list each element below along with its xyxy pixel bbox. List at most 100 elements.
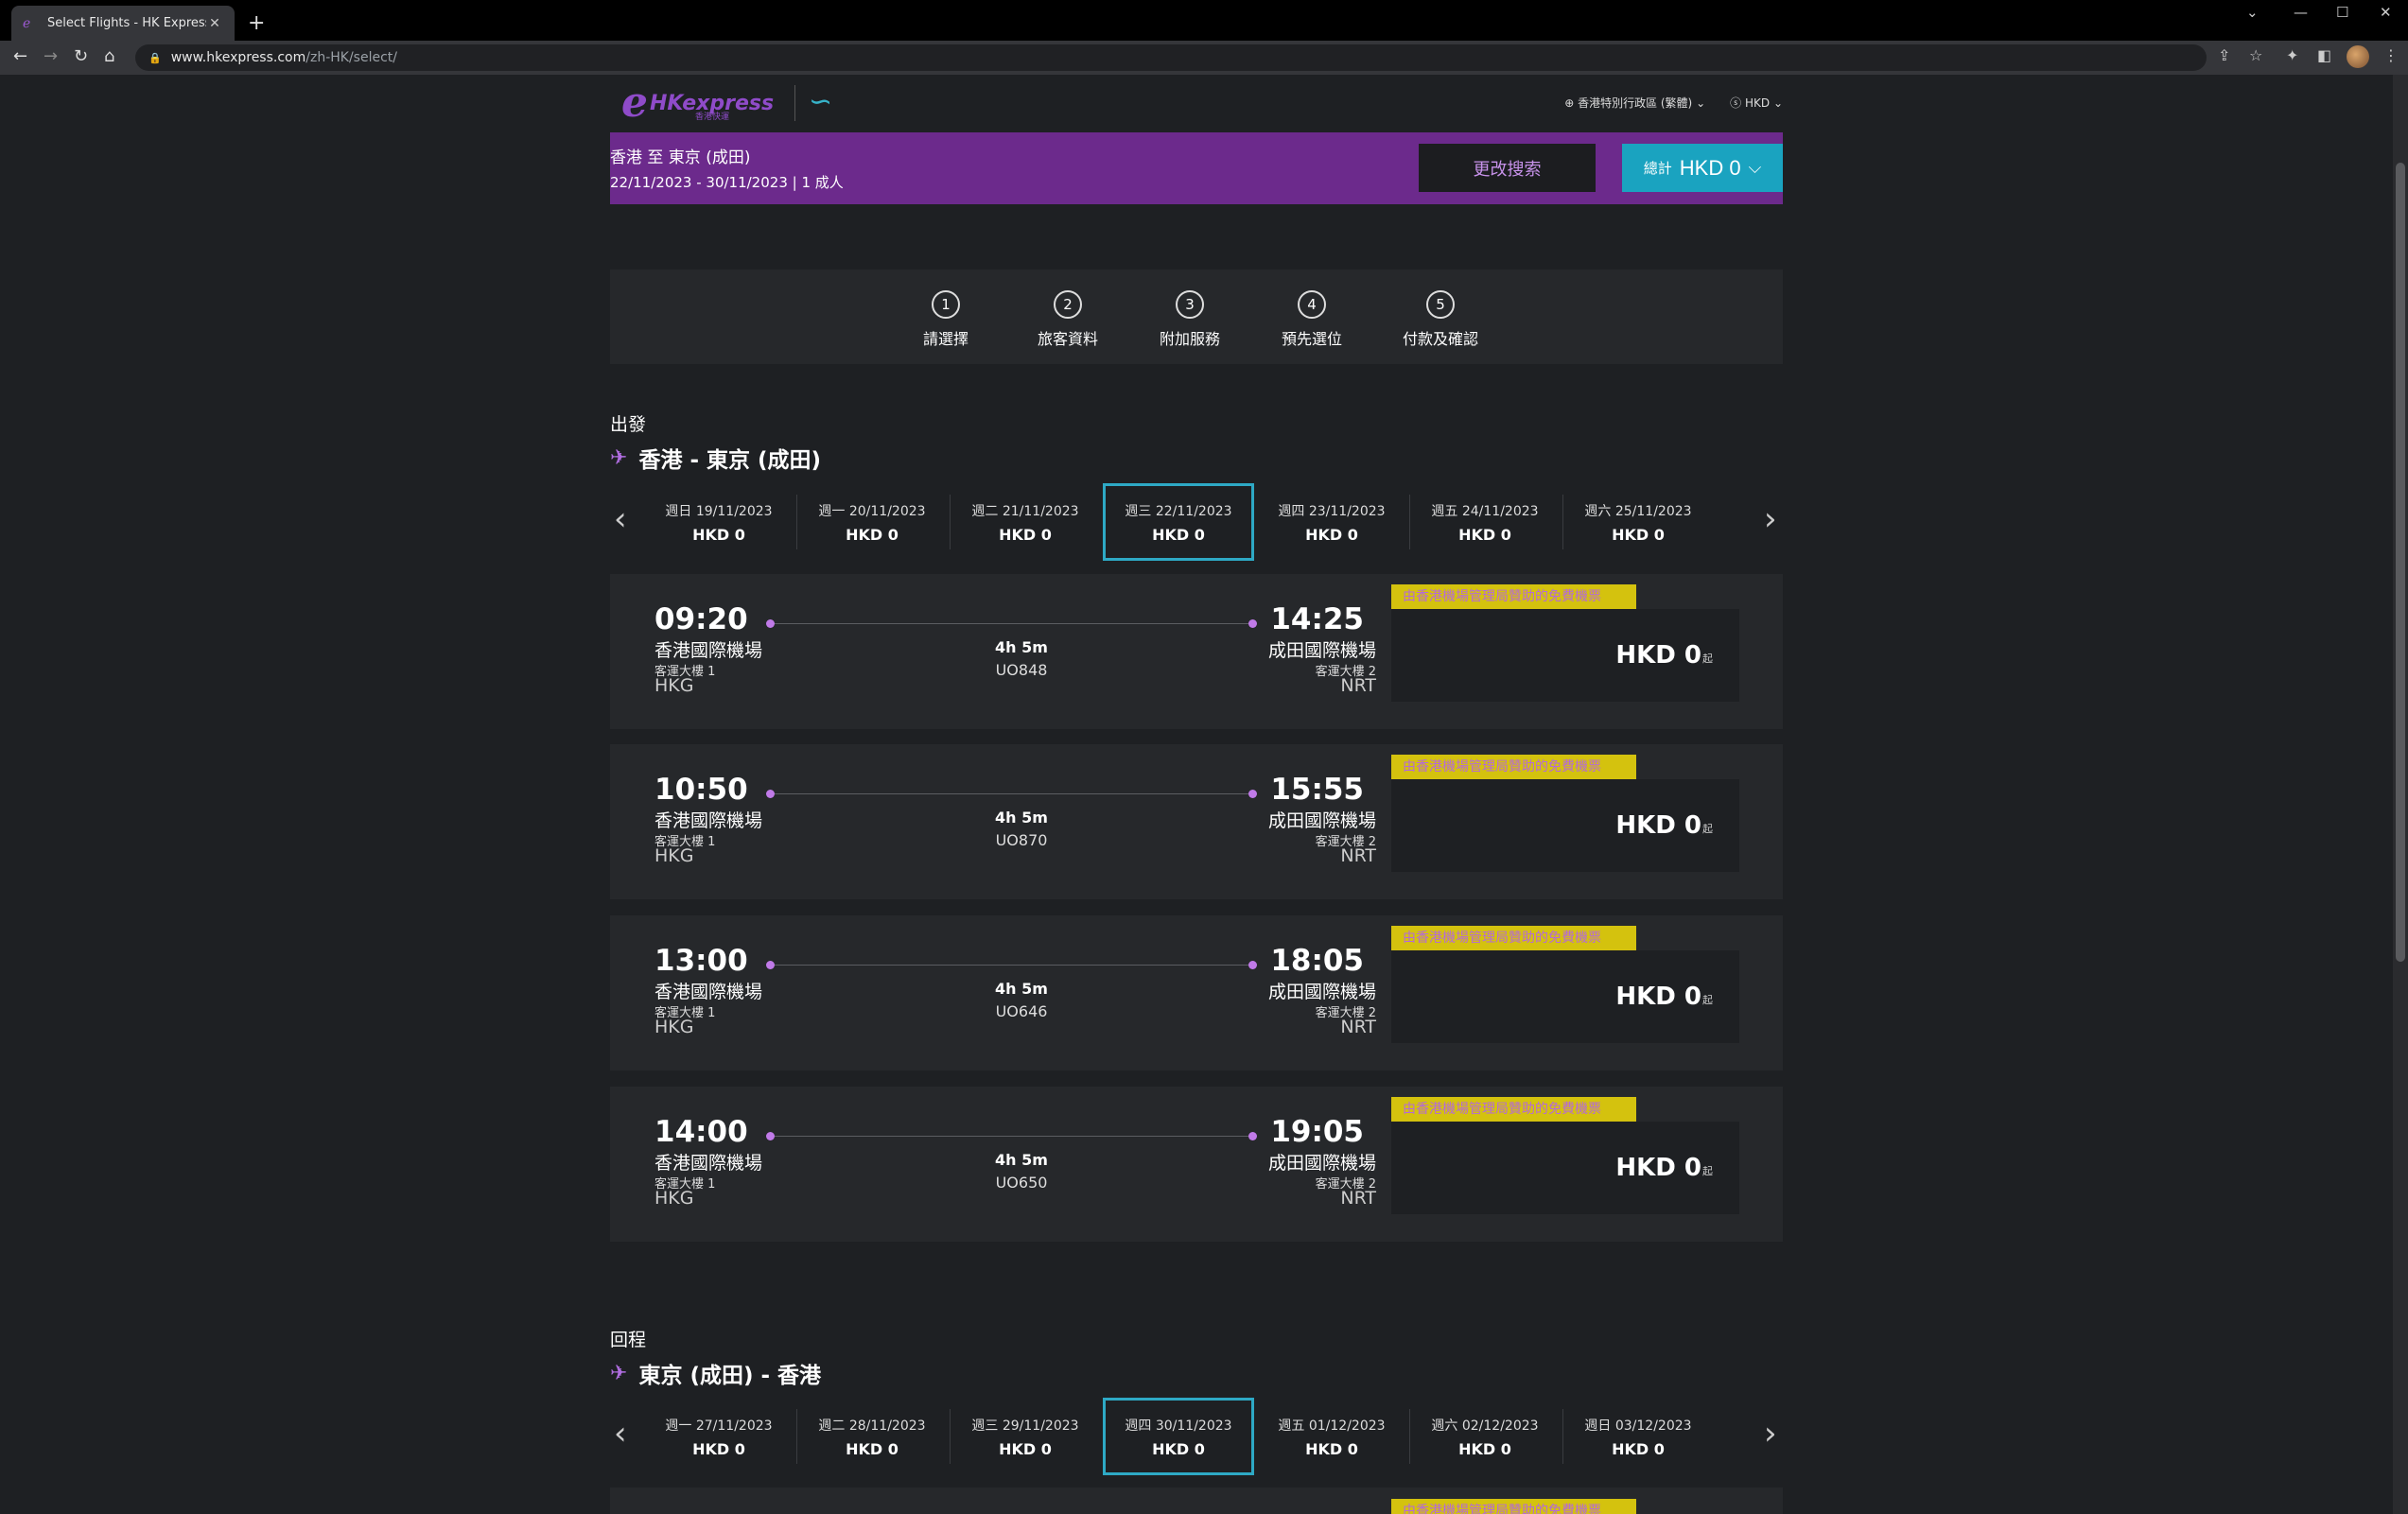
minimize-icon[interactable]: — [2294, 4, 2308, 21]
date-option[interactable]: 週三 29/11/2023 HKD 0 [950, 1398, 1101, 1475]
step-passenger[interactable]: 2 旅客資料 [1011, 290, 1125, 349]
step-number: 3 [1176, 290, 1204, 319]
arrival-time: 15:55 [1270, 773, 1364, 807]
date-option[interactable]: 週二 21/11/2023 HKD 0 [950, 483, 1101, 561]
close-icon[interactable]: ✕ [206, 16, 223, 31]
extensions-icon[interactable]: ✦ [2286, 46, 2298, 64]
flight-card[interactable]: 10:50 香港國際機場 客運大樓 1 HKG 4h 5m UO870 15:55 成田國際機… [610, 744, 1783, 899]
departure-time: 10:50 [654, 773, 748, 807]
route-dot-end [1248, 1132, 1257, 1140]
step-label: 預先選位 [1281, 330, 1342, 348]
date-option[interactable]: 週三 22/11/2023 HKD 0 [1103, 483, 1254, 561]
window-close-icon[interactable]: ✕ [2380, 4, 2392, 21]
date-option[interactable]: 週日 03/12/2023 HKD 0 [1562, 1398, 1714, 1475]
logo-divider [794, 85, 795, 121]
fare-price-box[interactable]: HKD 0起 [1391, 1122, 1739, 1214]
fare-price-box[interactable]: HKD 0起 [1391, 950, 1739, 1043]
date-option-date: 週三 29/11/2023 [971, 1418, 1079, 1434]
flight-card[interactable]: 09:20 香港國際機場 客運大樓 1 HKG 4h 5m UO848 14:25 成田國際機… [610, 574, 1783, 729]
total-value: HKD 0 [1679, 155, 1741, 180]
scrollbar[interactable] [2393, 75, 2408, 1514]
flight-card[interactable]: 13:00 香港國際機場 客運大樓 1 HKG 4h 5m UO646 18:05 成田國際機… [610, 915, 1783, 1070]
scrollbar-thumb[interactable] [2396, 163, 2405, 962]
date-option[interactable]: 週四 23/11/2023 HKD 0 [1256, 483, 1407, 561]
step-number: 2 [1054, 290, 1082, 319]
url-path: /zh-HK/select/ [305, 50, 397, 65]
date-option-date: 週日 19/11/2023 [665, 503, 773, 519]
date-option[interactable]: 週六 02/12/2023 HKD 0 [1409, 1398, 1561, 1475]
side-panel-icon[interactable]: ◧ [2317, 46, 2331, 64]
browser-tab[interactable]: ℯ Select Flights - HK Express ✕ [11, 6, 235, 41]
takeoff-plane-icon: ✈ [610, 445, 628, 470]
inbound-heading: 回程 [610, 1330, 647, 1350]
step-number: 1 [932, 290, 960, 319]
outbound-header: 出發 ✈ 香港 - 東京 (成田) [610, 410, 1783, 477]
region-selector[interactable]: ⊕ 香港特別行政區 (繁體) ⌄ [1564, 95, 1705, 111]
date-option[interactable]: 週二 28/11/2023 HKD 0 [796, 1398, 948, 1475]
currency-selector[interactable]: ⓢ HKD ⌄ [1730, 95, 1783, 111]
hkexpress-logo[interactable]: e HKexpress 香港快運 [621, 81, 774, 125]
date-option-date: 週二 28/11/2023 [818, 1418, 926, 1434]
departure-code: HKG [654, 845, 694, 866]
step-seat[interactable]: 4 預先選位 [1255, 290, 1369, 349]
date-option-price: HKD 0 [846, 525, 899, 544]
date-separator [1562, 1409, 1563, 1464]
prev-dates-chevron-icon[interactable]: ‹ [614, 1415, 627, 1453]
fare-price-box[interactable]: HKD 0起 [1391, 779, 1739, 872]
route-dot-start [766, 790, 775, 798]
free-ticket-tag: 由香港機場管理局贊助的免費機票 [1391, 755, 1636, 779]
date-option[interactable]: 週一 20/11/2023 HKD 0 [796, 483, 948, 561]
route-line [771, 793, 1253, 794]
next-dates-chevron-icon[interactable]: › [1764, 500, 1777, 538]
step-number: 5 [1426, 290, 1455, 319]
chevron-down-icon: ⌵ [1748, 158, 1762, 177]
flight-card[interactable]: 14:00 香港國際機場 客運大樓 1 HKG 4h 5m UO650 19:05 成田國際機… [610, 1087, 1783, 1242]
logo-subtitle: 香港快運 [695, 113, 730, 122]
step-label: 請選擇 [922, 330, 968, 348]
arrival-code: NRT [1340, 845, 1376, 866]
route-line [771, 623, 1253, 624]
departure-time: 14:00 [654, 1115, 748, 1149]
step-payment[interactable]: 5 付款及確認 [1384, 290, 1497, 349]
maximize-icon[interactable]: ☐ [2336, 4, 2348, 21]
date-option-price: HKD 0 [1305, 1439, 1358, 1458]
modify-search-button[interactable]: 更改搜索 [1419, 144, 1596, 192]
date-separator [1409, 495, 1410, 549]
date-option[interactable]: 週五 24/11/2023 HKD 0 [1409, 483, 1561, 561]
route-dot-start [766, 961, 775, 969]
tab-search-icon[interactable]: ⌄ [2246, 4, 2259, 21]
bookmark-star-icon[interactable]: ☆ [2249, 46, 2262, 64]
home-icon[interactable]: ⌂ [104, 46, 114, 66]
date-option-date: 週六 25/11/2023 [1584, 503, 1692, 519]
total-label: 總計 [1643, 161, 1672, 177]
inbound-flight-card[interactable]: 由香港機場管理局贊助的免費機票 [610, 1488, 1783, 1514]
departure-airport: 香港國際機場 [654, 1153, 763, 1174]
route-dot-start [766, 1132, 775, 1140]
route-dot-end [1248, 961, 1257, 969]
new-tab-icon[interactable]: + [248, 11, 265, 35]
address-bar[interactable]: 🔒 www.hkexpress.com/zh-HK/select/ [135, 44, 2207, 71]
browser-toolbar: ← → ↻ ⌂ 🔒 www.hkexpress.com/zh-HK/select… [0, 41, 2408, 75]
back-icon[interactable]: ← [13, 46, 27, 66]
date-option-date: 週一 20/11/2023 [818, 503, 926, 519]
prev-dates-chevron-icon[interactable]: ‹ [614, 500, 627, 538]
date-separator [1562, 495, 1563, 549]
fare-price-box[interactable]: HKD 0起 [1391, 609, 1739, 702]
step-addons[interactable]: 3 附加服務 [1133, 290, 1247, 349]
forward-icon[interactable]: → [44, 46, 58, 66]
date-option[interactable]: 週五 01/12/2023 HKD 0 [1256, 1398, 1407, 1475]
date-option[interactable]: 週四 30/11/2023 HKD 0 [1103, 1398, 1254, 1475]
logo-e-mark: e [621, 78, 648, 127]
date-option[interactable]: 週日 19/11/2023 HKD 0 [643, 483, 794, 561]
menu-kebab-icon[interactable]: ⋮ [2383, 46, 2399, 64]
summary-route: 香港 至 東京 (成田) [610, 148, 751, 167]
date-option-price: HKD 0 [999, 1439, 1052, 1458]
date-option[interactable]: 週一 27/11/2023 HKD 0 [643, 1398, 794, 1475]
share-icon[interactable]: ⇪ [2218, 46, 2230, 64]
step-select[interactable]: 1 請選擇 [889, 290, 1003, 349]
profile-avatar[interactable] [2347, 45, 2369, 68]
date-option[interactable]: 週六 25/11/2023 HKD 0 [1562, 483, 1714, 561]
next-dates-chevron-icon[interactable]: › [1764, 1415, 1777, 1453]
reload-icon[interactable]: ↻ [74, 46, 88, 66]
total-price-button[interactable]: 總計 HKD 0 ⌵ [1622, 144, 1783, 192]
